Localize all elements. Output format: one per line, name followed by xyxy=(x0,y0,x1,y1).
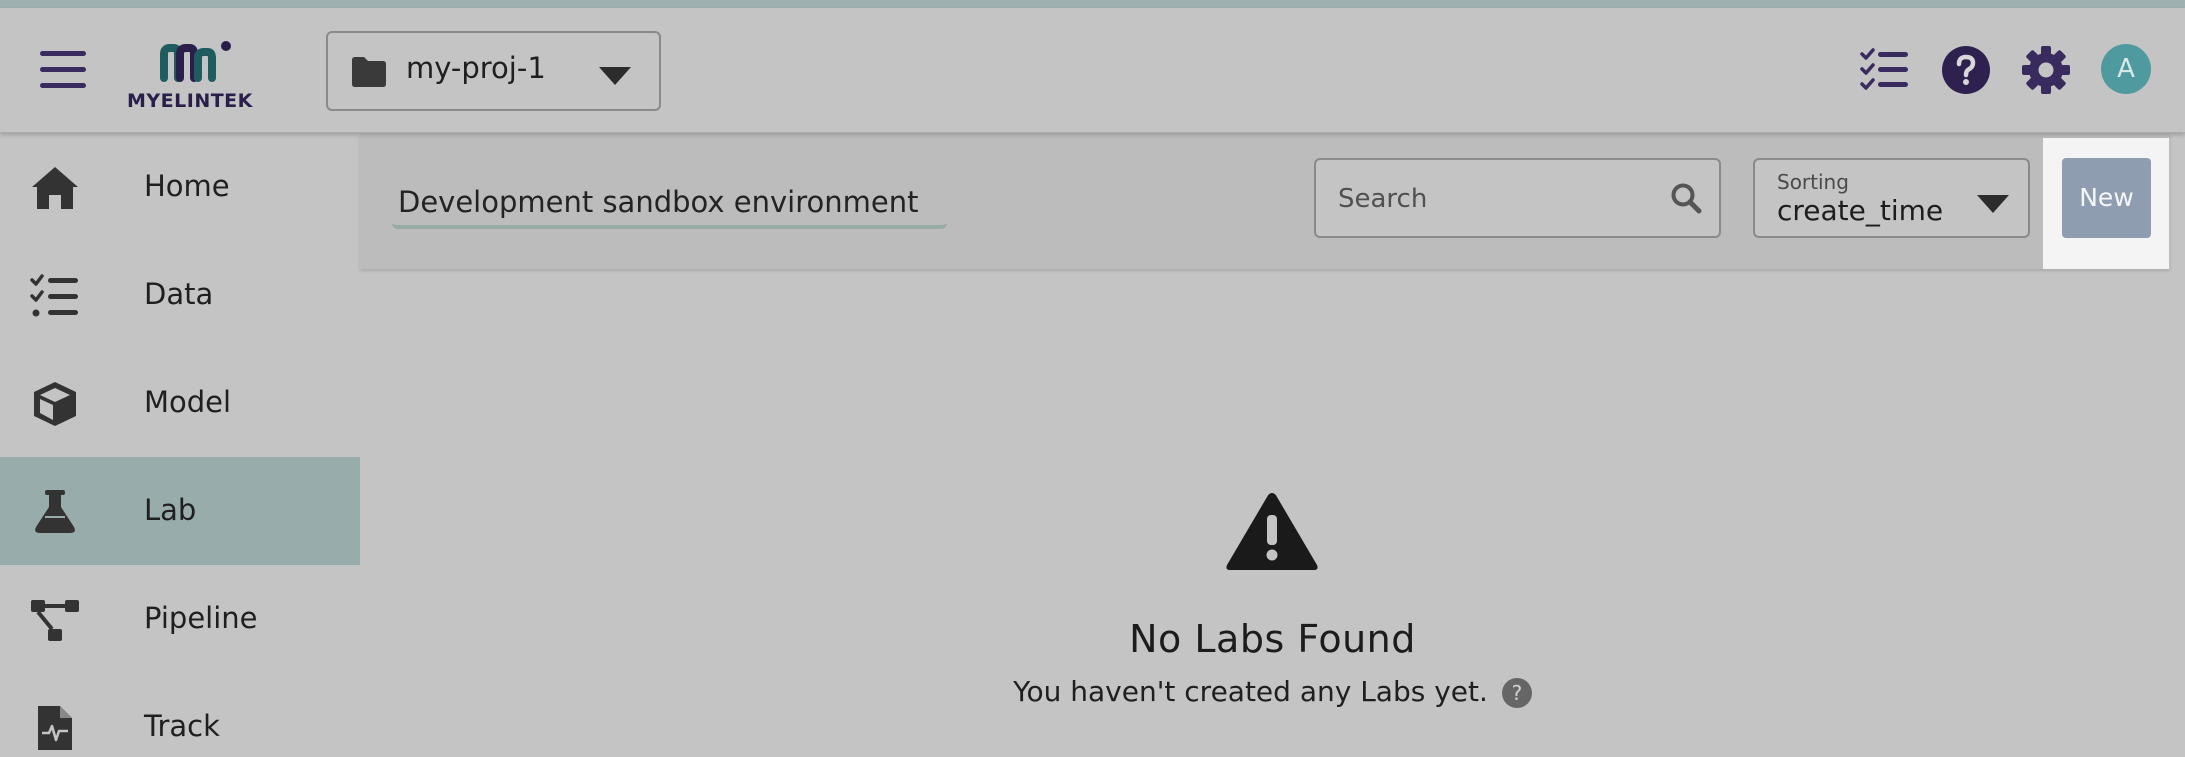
sidebar-item-label: Lab xyxy=(144,493,197,527)
sidebar-item-model[interactable]: Model xyxy=(0,349,360,457)
empty-state-title: No Labs Found xyxy=(1129,617,1416,661)
pipeline-icon xyxy=(31,600,79,641)
sidebar-item-data[interactable]: Data xyxy=(0,241,360,349)
search-box xyxy=(1314,158,1721,238)
menu-icon[interactable] xyxy=(40,51,86,91)
logo-mark-icon xyxy=(160,41,231,82)
search-icon[interactable] xyxy=(1670,182,1702,214)
empty-state: No Labs Found You haven't created any La… xyxy=(360,269,2185,757)
help-icon[interactable] xyxy=(1941,45,1991,95)
sidebar-item-label: Home xyxy=(144,169,230,203)
top-accent-bar xyxy=(0,0,2185,8)
sidebar-item-label: Track xyxy=(144,709,220,743)
warning-icon xyxy=(1226,493,1318,570)
settings-icon[interactable] xyxy=(2021,45,2071,95)
empty-state-subtitle: You haven't created any Labs yet.? xyxy=(360,675,2185,708)
new-button-highlight: New xyxy=(2043,138,2169,269)
flask-icon xyxy=(35,490,75,533)
lab-toolbar: Development sandbox environment Sorting … xyxy=(360,133,2170,269)
sidebar: Home Data Model Lab Pipeline Track xyxy=(0,133,360,757)
track-file-icon xyxy=(38,706,72,750)
sidebar-item-lab[interactable]: Lab xyxy=(0,457,360,565)
sidebar-item-label: Pipeline xyxy=(144,601,258,635)
brand-logo[interactable]: MyelinTek xyxy=(124,30,264,120)
sidebar-item-label: Model xyxy=(144,385,232,419)
sidebar-item-pipeline[interactable]: Pipeline xyxy=(0,565,360,673)
home-icon xyxy=(32,167,78,209)
sidebar-item-home[interactable]: Home xyxy=(0,133,360,241)
new-lab-button[interactable]: New xyxy=(2062,158,2151,238)
project-select[interactable]: my-proj-1 xyxy=(326,31,661,111)
sidebar-item-track[interactable]: Track xyxy=(0,673,360,757)
sorting-select[interactable]: Sorting create_time xyxy=(1753,158,2030,238)
help-icon[interactable]: ? xyxy=(1501,678,1532,708)
environment-name: Development sandbox environment xyxy=(398,185,919,219)
data-list-icon xyxy=(30,274,78,317)
checklist-icon[interactable] xyxy=(1860,48,1910,92)
environment-field[interactable]: Development sandbox environment xyxy=(392,173,947,229)
chevron-down-icon xyxy=(1977,195,2009,213)
sorting-value: create_time xyxy=(1777,194,1944,227)
search-input[interactable] xyxy=(1338,182,1658,216)
main-content: No Labs Found You haven't created any La… xyxy=(360,269,2185,757)
project-name: my-proj-1 xyxy=(406,51,546,85)
sorting-label: Sorting xyxy=(1777,170,1849,194)
user-avatar[interactable]: A xyxy=(2101,44,2151,94)
sidebar-item-label: Data xyxy=(144,277,214,311)
cube-icon xyxy=(34,382,76,426)
app-header: MyelinTek my-proj-1 A xyxy=(0,8,2185,133)
brand-name: MyelinTek xyxy=(127,90,253,112)
folder-icon xyxy=(352,57,386,87)
empty-state-message: You haven't created any Labs yet. xyxy=(1013,675,1488,708)
chevron-down-icon xyxy=(599,67,631,85)
